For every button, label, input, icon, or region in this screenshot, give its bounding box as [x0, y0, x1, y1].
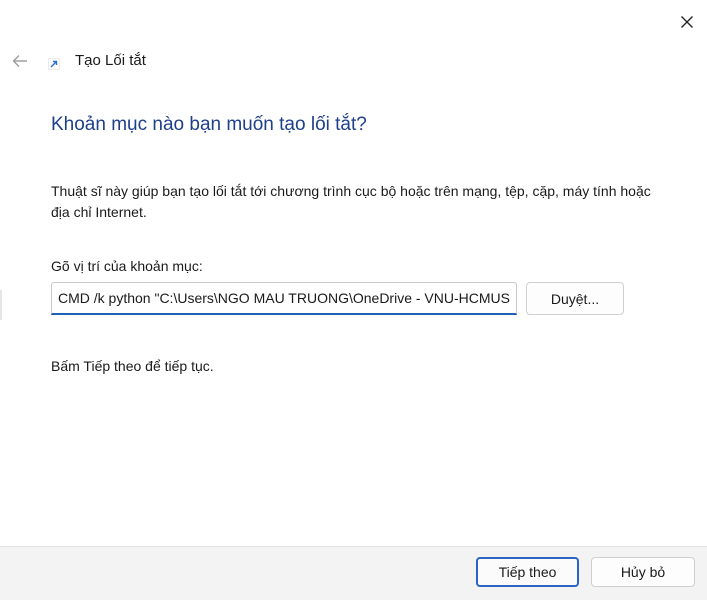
- window-edge: [0, 290, 2, 320]
- shortcut-arrow-icon: [48, 58, 60, 70]
- close-icon: [681, 16, 693, 28]
- create-shortcut-window: Tạo Lối tắt Khoản mục nào bạn muốn tạo l…: [0, 0, 707, 600]
- cancel-button[interactable]: Hủy bỏ: [591, 557, 695, 587]
- close-button[interactable]: [672, 8, 702, 36]
- location-input[interactable]: [51, 282, 517, 315]
- window-title: Tạo Lối tắt: [75, 52, 146, 69]
- back-arrow-icon: [12, 55, 27, 67]
- back-button[interactable]: [6, 48, 34, 74]
- next-hint: Bấm Tiếp theo để tiếp tục.: [51, 358, 214, 374]
- wizard-heading: Khoản mục nào bạn muốn tạo lối tắt?: [51, 114, 367, 135]
- next-button[interactable]: Tiếp theo: [476, 557, 579, 587]
- browse-button[interactable]: Duyệt...: [526, 282, 624, 315]
- location-label: Gõ vị trí của khoản mục:: [51, 258, 203, 274]
- wizard-description: Thuật sĩ này giúp bạn tạo lối tắt tới ch…: [51, 183, 651, 220]
